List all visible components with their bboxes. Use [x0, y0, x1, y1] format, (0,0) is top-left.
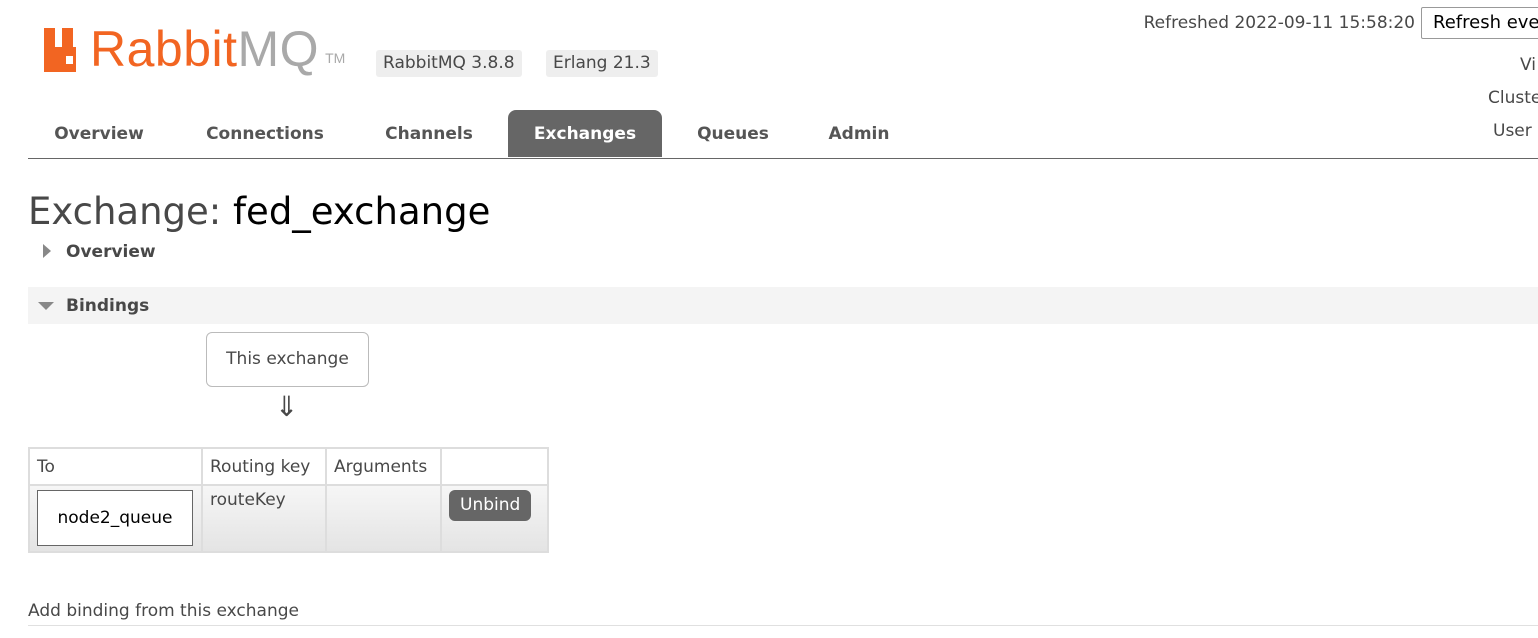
rabbitmq-version-badge: RabbitMQ 3.8.8 [376, 50, 522, 77]
this-exchange-box: This exchange [206, 332, 369, 387]
expanded-triangle-icon [38, 302, 54, 310]
tab-channels[interactable]: Channels [368, 110, 490, 157]
tab-admin[interactable]: Admin [812, 110, 906, 157]
routing-key-cell: routeKey [201, 484, 327, 553]
exchange-name: fed_exchange [233, 190, 491, 233]
column-header-routing-key: Routing key [201, 447, 327, 486]
logo-text-rabbit: Rabbit [90, 21, 238, 77]
refreshed-timestamp: Refreshed 2022-09-11 15:58:20 [1143, 13, 1415, 33]
page-title-prefix: Exchange: [28, 190, 222, 233]
main-nav: Overview Connections Channels Exchanges … [28, 110, 1538, 159]
cluster-label[interactable]: Cluste [1488, 88, 1538, 108]
column-header-to: To [28, 447, 203, 486]
column-header-arguments: Arguments [325, 447, 442, 486]
trademark: TM [325, 50, 346, 66]
arguments-cell [325, 484, 442, 553]
tab-connections[interactable]: Connections [188, 110, 342, 157]
overview-section-title: Overview [66, 241, 156, 262]
virtual-host-label[interactable]: Vi [1520, 55, 1538, 75]
add-binding-section-toggle[interactable]: Add binding from this exchange [28, 600, 299, 622]
destination-queue-link[interactable]: node2_queue [37, 490, 193, 546]
tab-queues[interactable]: Queues [680, 110, 786, 157]
tab-overview[interactable]: Overview [28, 110, 170, 157]
rabbitmq-logo[interactable]: RabbitMQ TM [44, 24, 346, 74]
logo-text-mq: MQ [237, 21, 320, 77]
tab-exchanges[interactable]: Exchanges [508, 110, 662, 157]
bindings-section-title: Bindings [66, 295, 150, 316]
table-row: node2_queue routeKey Unbind [28, 484, 549, 553]
bindings-table: To Routing key Arguments node2_queue rou… [28, 447, 549, 553]
column-header-actions [440, 447, 549, 486]
down-double-arrow-icon: ⇓ [275, 390, 299, 423]
unbind-button[interactable]: Unbind [449, 490, 532, 521]
collapsed-triangle-icon [43, 244, 51, 258]
page-title: Exchange: fed_exchange [28, 190, 490, 234]
binding-destination-cell: node2_queue [28, 484, 203, 553]
overview-section-toggle[interactable]: Overview [28, 233, 1538, 270]
divider [28, 625, 1538, 626]
erlang-version-badge: Erlang 21.3 [546, 50, 658, 77]
bindings-section-toggle[interactable]: Bindings [28, 287, 1538, 324]
refresh-interval-select[interactable]: Refresh every 5 seconds [1421, 7, 1538, 39]
rabbit-logo-icon [44, 28, 76, 72]
action-cell: Unbind [440, 484, 549, 553]
